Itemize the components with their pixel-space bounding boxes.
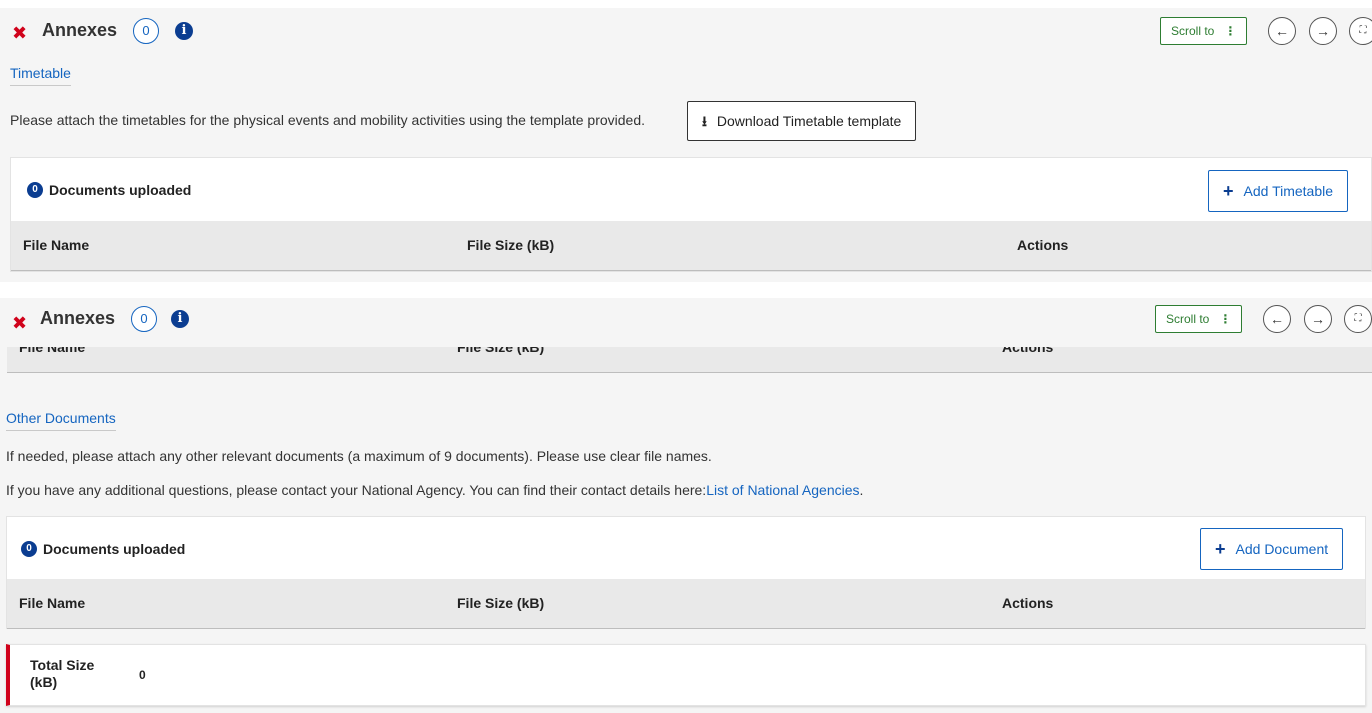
scroll-to-label: Scroll to (1166, 312, 1210, 326)
timetable-documents-card: 0 Documents uploaded + Add Timetable File … (10, 157, 1372, 272)
column-file-name: File Name (23, 237, 90, 253)
fullscreen-icon[interactable]: ⛶ (1349, 17, 1372, 45)
scroll-to-label: Scroll to (1171, 24, 1215, 38)
other-documents-count: 0 (21, 541, 37, 558)
timetable-documents-count: 0 (27, 182, 43, 199)
add-document-button[interactable]: + Add Document (1200, 528, 1344, 570)
timetable-section-title[interactable]: Timetable (10, 65, 71, 86)
total-size-label: Total Size (kB) (30, 657, 95, 690)
download-icon: ⭳ (702, 113, 707, 129)
other-documents-uploaded: 0 Documents uploaded (21, 541, 185, 558)
annexes-title: Annexes (40, 308, 116, 328)
close-x-icon[interactable]: ✖ (12, 24, 27, 42)
other-documents-card: 0 Documents uploaded + Add Document File N… (6, 516, 1366, 629)
info-icon[interactable]: i (171, 310, 189, 328)
add-document-label: Add Document (1235, 541, 1329, 557)
other-documents-label: Documents uploaded (43, 541, 186, 557)
timetable-documents-uploaded: 0 Documents uploaded (27, 182, 191, 199)
timetable-table-header: File Name File Size (kB) Actions (11, 221, 1371, 271)
annexes-panel-bottom: File Name File Size (kB) Actions ✖ Annex… (0, 298, 1372, 713)
annexes-title: Annexes (42, 20, 118, 40)
plus-icon: + (1223, 181, 1234, 201)
national-agency-suffix: . (859, 482, 864, 498)
other-documents-table-header: File Name File Size (kB) Actions (7, 579, 1365, 629)
plus-icon: + (1215, 539, 1226, 559)
timetable-documents-label: Documents uploaded (49, 182, 192, 198)
total-size-value: 0 (139, 668, 146, 682)
arrow-left-icon[interactable]: ← (1263, 305, 1291, 333)
arrow-right-icon[interactable]: → (1304, 305, 1332, 333)
annexes-panel-top: ✖ Annexes 0 i Scroll to ⋮ ← → ⛶ Timetable… (0, 8, 1372, 282)
arrow-left-icon[interactable]: ← (1268, 17, 1296, 45)
other-documents-section-title[interactable]: Other Documents (6, 410, 116, 431)
more-vertical-icon: ⋮ (1219, 312, 1232, 326)
national-agency-note: If you have any additional questions, pl… (6, 482, 863, 498)
annexes-header: ✖ Annexes 0 i Scroll to ⋮ ← → ⛶ (0, 8, 1372, 58)
download-timetable-button[interactable]: ⭳ Download Timetable template (687, 101, 917, 141)
column-actions: Actions (1002, 595, 1054, 611)
scroll-to-button[interactable]: Scroll to ⋮ (1160, 17, 1248, 45)
add-timetable-button[interactable]: + Add Timetable (1208, 170, 1349, 212)
national-agency-text: If you have any additional questions, pl… (6, 482, 707, 498)
other-documents-description: If needed, please attach any other relev… (6, 448, 712, 464)
annexes-count-badge: 0 (131, 306, 157, 332)
scroll-to-button[interactable]: Scroll to ⋮ (1155, 305, 1243, 333)
arrow-right-icon[interactable]: → (1309, 17, 1337, 45)
fullscreen-icon[interactable]: ⛶ (1344, 305, 1372, 333)
national-agencies-link[interactable]: List of National Agencies (706, 482, 859, 498)
annexes-count-badge: 0 (133, 18, 159, 44)
download-timetable-label: Download Timetable template (716, 113, 902, 129)
more-vertical-icon: ⋮ (1224, 24, 1237, 38)
column-file-size: File Size (kB) (457, 595, 545, 611)
column-file-size: File Size (kB) (467, 237, 555, 253)
total-size-card: Total Size (kB) 0 (6, 644, 1366, 706)
close-x-icon[interactable]: ✖ (12, 314, 27, 332)
column-actions: Actions (1017, 237, 1069, 253)
add-timetable-label: Add Timetable (1243, 183, 1334, 199)
annexes-header-sticky: ✖ Annexes 0 i Scroll to ⋮ ← → ⛶ (0, 298, 1372, 347)
info-icon[interactable]: i (175, 22, 193, 40)
column-file-name: File Name (19, 595, 86, 611)
timetable-description: Please attach the timetables for the phy… (10, 112, 646, 128)
